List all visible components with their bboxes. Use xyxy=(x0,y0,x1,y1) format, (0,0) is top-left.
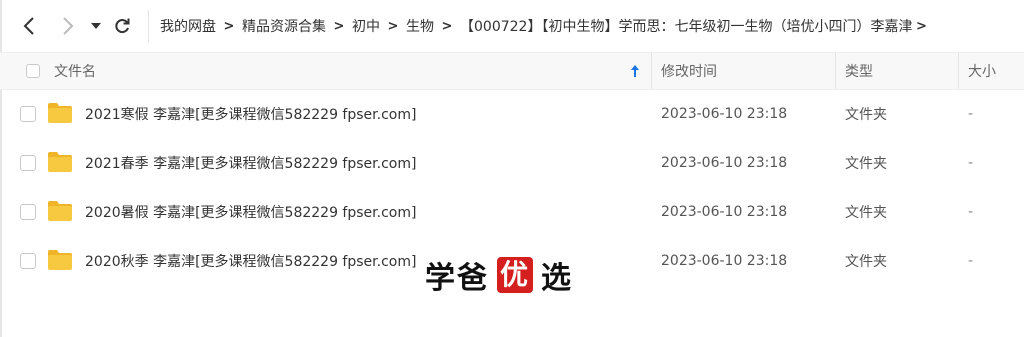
watermark-char: 学 xyxy=(425,261,457,296)
toolbar: 我的网盘 > 精品资源合集 > 初中 > 生物 > 【000722】【初中生物】… xyxy=(0,0,1024,52)
watermark-char: 选 xyxy=(541,261,573,296)
file-size: - xyxy=(968,154,974,171)
file-name[interactable]: 2020秋季 李嘉津[更多课程微信582229 fpser.com] xyxy=(85,236,416,285)
breadcrumb-item-biology[interactable]: 生物 xyxy=(406,16,434,36)
breadcrumb-item-collection[interactable]: 精品资源合集 xyxy=(242,16,326,36)
watermark-char: 爸 xyxy=(457,261,489,296)
file-size: - xyxy=(968,203,974,220)
toolbar-divider xyxy=(148,10,149,42)
sort-ascending-icon[interactable] xyxy=(628,61,642,81)
file-list-header: 文件名 修改时间 类型 大小 xyxy=(0,52,1024,90)
file-size: - xyxy=(968,252,974,269)
file-row[interactable]: 2021春季 李嘉津[更多课程微信582229 fpser.com] 2023-… xyxy=(0,138,1024,187)
file-modified: 2023-06-10 23:18 xyxy=(661,203,788,220)
column-divider[interactable] xyxy=(651,53,652,89)
folder-icon xyxy=(48,152,72,172)
column-divider[interactable] xyxy=(958,53,959,89)
file-modified: 2023-06-10 23:18 xyxy=(661,105,788,122)
breadcrumb-item-current-folder[interactable]: 【000722】【初中生物】学而思：七年级初一生物（培优小四门）李嘉津 xyxy=(460,16,912,36)
file-name[interactable]: 2021寒假 李嘉津[更多课程微信582229 fpser.com] xyxy=(85,89,416,138)
select-all-checkbox[interactable] xyxy=(26,64,40,78)
breadcrumb: 我的网盘 > 精品资源合集 > 初中 > 生物 > 【000722】【初中生物】… xyxy=(160,14,1014,38)
folder-icon xyxy=(48,201,72,221)
breadcrumb-separator: > xyxy=(441,18,453,34)
refresh-button[interactable] xyxy=(110,12,134,40)
file-type: 文件夹 xyxy=(845,106,887,123)
breadcrumb-separator: > xyxy=(387,18,399,34)
breadcrumb-separator: > xyxy=(333,18,345,34)
file-type: 文件夹 xyxy=(845,204,887,221)
file-row[interactable]: 2021寒假 李嘉津[更多课程微信582229 fpser.com] 2023-… xyxy=(0,89,1024,138)
row-checkbox[interactable] xyxy=(20,253,36,269)
file-size: - xyxy=(968,105,974,122)
breadcrumb-separator: > xyxy=(916,18,927,34)
column-header-size[interactable]: 大小 xyxy=(968,53,996,89)
file-name[interactable]: 2020暑假 李嘉津[更多课程微信582229 fpser.com] xyxy=(85,187,416,236)
refresh-icon xyxy=(115,18,130,34)
row-checkbox[interactable] xyxy=(20,155,36,171)
chevron-left-icon xyxy=(23,17,34,35)
history-dropdown-button[interactable] xyxy=(88,12,104,40)
folder-icon xyxy=(48,103,72,123)
file-type: 文件夹 xyxy=(845,155,887,172)
file-row[interactable]: 2020暑假 李嘉津[更多课程微信582229 fpser.com] 2023-… xyxy=(0,187,1024,236)
forward-button[interactable] xyxy=(56,12,80,40)
file-name[interactable]: 2021春季 李嘉津[更多课程微信582229 fpser.com] xyxy=(85,138,416,187)
file-type: 文件夹 xyxy=(845,253,887,270)
row-checkbox[interactable] xyxy=(20,106,36,122)
breadcrumb-separator: > xyxy=(223,18,235,34)
column-header-type[interactable]: 类型 xyxy=(845,53,873,89)
column-header-name[interactable]: 文件名 xyxy=(54,53,96,89)
back-button[interactable] xyxy=(17,12,41,40)
row-checkbox[interactable] xyxy=(20,204,36,220)
file-modified: 2023-06-10 23:18 xyxy=(661,252,788,269)
column-header-modified[interactable]: 修改时间 xyxy=(661,53,717,89)
breadcrumb-item-my-drive[interactable]: 我的网盘 xyxy=(160,16,216,36)
chevron-right-icon xyxy=(63,17,74,35)
watermark-highlight-char: 优 xyxy=(497,257,533,293)
breadcrumb-item-junior-high[interactable]: 初中 xyxy=(352,16,380,36)
caret-down-icon xyxy=(91,23,101,29)
folder-icon xyxy=(48,250,72,270)
watermark-logo: 学 爸 优 选 xyxy=(425,255,573,296)
column-divider[interactable] xyxy=(835,53,836,89)
file-modified: 2023-06-10 23:18 xyxy=(661,154,788,171)
